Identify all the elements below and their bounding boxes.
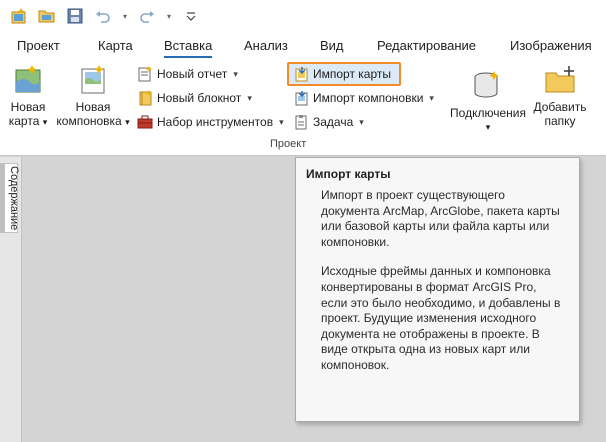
ribbon-insert-panel: Новая карта ▾ Новая компоновка ▾ Новый о… [0, 60, 606, 156]
connections-button[interactable]: Подключения ▾ [446, 66, 530, 134]
contents-pane-label: Содержание [8, 166, 20, 231]
undo-dropdown-icon[interactable]: ▾ [120, 5, 130, 27]
save-project-icon[interactable] [64, 5, 86, 27]
import-map-button[interactable]: Импорт карты [287, 62, 401, 86]
new-map-label-line2: карта ▾ [8, 114, 48, 128]
redo-icon[interactable] [136, 5, 158, 27]
database-connection-icon [474, 71, 499, 98]
tab-insert[interactable]: Вставка [164, 38, 213, 58]
new-notebook-icon [139, 90, 152, 106]
import-map-icon [295, 67, 308, 82]
tab-edit[interactable]: Редактирование [377, 38, 476, 53]
task-button[interactable]: Задача ▾ [293, 111, 364, 133]
task-icon [295, 115, 307, 130]
new-project-icon[interactable] [8, 5, 30, 27]
new-report-button[interactable]: Новый отчет ▾ [137, 63, 238, 85]
group-label-project: Проект [270, 138, 307, 150]
toolbox-icon [137, 115, 153, 129]
quick-access-toolbar: ▾ ▾ [0, 0, 606, 32]
import-map-tooltip: Импорт карты Импорт в проект существующе… [295, 157, 580, 422]
undo-icon[interactable] [92, 5, 114, 27]
toolbox-button[interactable]: Набор инструментов ▾ [137, 111, 284, 133]
open-project-icon[interactable] [36, 5, 58, 27]
tab-view[interactable]: Вид [320, 38, 344, 53]
add-folder-icon [545, 66, 575, 93]
import-layout-button[interactable]: Импорт компоновки ▾ [293, 87, 434, 109]
redo-dropdown-icon[interactable]: ▾ [164, 5, 174, 27]
tooltip-title: Импорт карты [306, 167, 391, 181]
tab-imagery[interactable]: Изображения [510, 38, 592, 53]
customize-toolbar-icon[interactable] [180, 5, 202, 27]
tooltip-body: Импорт в проект существующего документа … [321, 188, 561, 374]
new-map-label-line1: Новая [10, 100, 46, 114]
import-layout-icon [295, 91, 308, 106]
tooltip-paragraph-1: Импорт в проект существующего документа … [321, 188, 560, 249]
new-report-icon [138, 66, 152, 82]
tab-analysis[interactable]: Анализ [244, 38, 288, 53]
new-map-button[interactable]: Новая карта ▾ [6, 60, 50, 129]
new-map-icon [15, 65, 41, 93]
tooltip-paragraph-2: Исходные фреймы данных и компоновка конв… [321, 264, 561, 372]
new-layout-label-line2: компоновка ▾ [56, 114, 130, 128]
new-layout-label-line1: Новая [75, 100, 111, 114]
new-notebook-button[interactable]: Новый блокнот ▾ [137, 87, 252, 109]
ribbon-tabs: Проект Карта Вставка Анализ Вид Редактир… [0, 32, 606, 60]
new-layout-button[interactable]: Новая компоновка ▾ [54, 60, 132, 129]
tab-project[interactable]: Проект [17, 38, 60, 53]
add-folder-button[interactable]: Добавить папку [530, 60, 590, 128]
tab-map[interactable]: Карта [98, 38, 133, 53]
new-layout-icon [81, 65, 105, 94]
